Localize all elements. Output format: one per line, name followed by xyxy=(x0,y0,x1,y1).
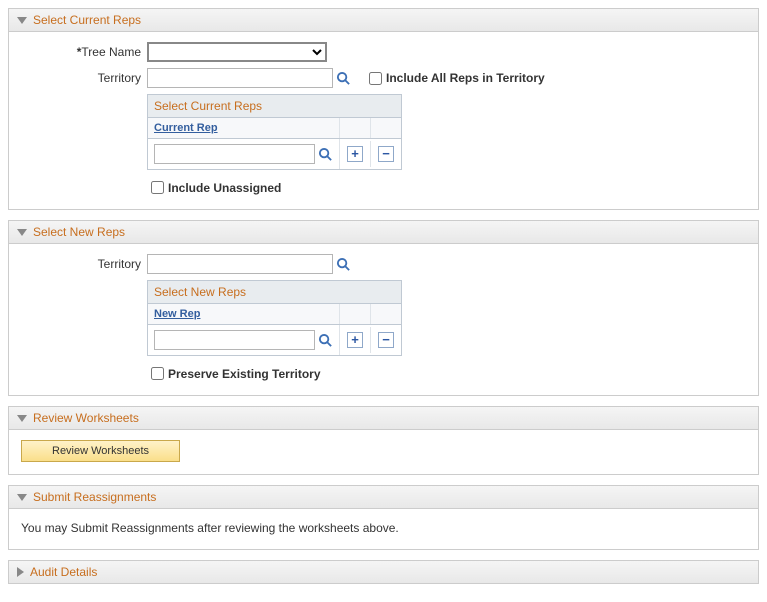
tree-name-label-text: Tree Name xyxy=(81,45,141,59)
include-unassigned-label: Include Unassigned xyxy=(168,181,281,195)
include-all-label: Include All Reps in Territory xyxy=(386,71,545,85)
section-title: Audit Details xyxy=(30,565,97,579)
section-title: Select Current Reps xyxy=(33,13,141,27)
section-header-current-reps[interactable]: Select Current Reps xyxy=(9,9,758,32)
table-row: + − xyxy=(148,325,401,355)
grid-col-header-add xyxy=(340,304,371,324)
remove-row-button[interactable]: − xyxy=(378,332,394,348)
grid-cell-add: + xyxy=(340,141,371,167)
lookup-icon[interactable] xyxy=(317,332,333,348)
include-all-checkbox[interactable] xyxy=(369,72,382,85)
lookup-icon[interactable] xyxy=(317,146,333,162)
submit-info-text: You may Submit Reassignments after revie… xyxy=(21,519,746,537)
section-title: Select New Reps xyxy=(33,225,125,239)
row-tree-name: *Tree Name xyxy=(21,42,746,62)
grid-col-header-remove xyxy=(371,118,401,138)
section-title: Submit Reassignments xyxy=(33,490,156,504)
grid-current-reps: Select Current Reps Current Rep + − xyxy=(147,94,402,170)
section-header-review[interactable]: Review Worksheets xyxy=(9,407,758,430)
grid-col-header-new-rep[interactable]: New Rep xyxy=(148,304,340,324)
grid-title: Select New Reps xyxy=(154,285,246,299)
territory-label-current: Territory xyxy=(21,71,147,85)
territory-input-new[interactable] xyxy=(147,254,333,274)
section-body-current-reps: *Tree Name Territory Include All Reps in… xyxy=(9,32,758,209)
grid-col-header-add xyxy=(340,118,371,138)
tree-name-label: *Tree Name xyxy=(21,45,147,59)
section-audit-details: Audit Details xyxy=(8,560,759,584)
section-body-new-reps: Territory Select New Reps New Rep xyxy=(9,244,758,395)
grid-cell-remove: − xyxy=(371,141,401,167)
current-rep-input[interactable] xyxy=(154,144,315,164)
grid-header-row: New Rep xyxy=(148,304,401,325)
section-body-submit: You may Submit Reassignments after revie… xyxy=(9,509,758,549)
twisty-down-icon xyxy=(17,17,27,24)
section-header-new-reps[interactable]: Select New Reps xyxy=(9,221,758,244)
twisty-down-icon xyxy=(17,229,27,236)
row-territory-current: Territory Include All Reps in Territory xyxy=(21,68,746,88)
section-title: Review Worksheets xyxy=(33,411,139,425)
grid-title: Select Current Reps xyxy=(154,99,262,113)
row-territory-new: Territory xyxy=(21,254,746,274)
preserve-territory-wrap[interactable]: Preserve Existing Territory xyxy=(147,364,746,383)
preserve-territory-label: Preserve Existing Territory xyxy=(168,367,321,381)
grid-title-row: Select New Reps xyxy=(148,281,401,304)
include-all-wrap[interactable]: Include All Reps in Territory xyxy=(365,69,545,88)
review-worksheets-button[interactable]: Review Worksheets xyxy=(21,440,180,462)
twisty-right-icon xyxy=(17,567,24,577)
grid-cell-add: + xyxy=(340,327,371,353)
section-select-new-reps: Select New Reps Territory Select New Rep… xyxy=(8,220,759,396)
grid-col-header-remove xyxy=(371,304,401,324)
grid-cell-new-rep xyxy=(148,325,340,355)
grid-col-header-current-rep[interactable]: Current Rep xyxy=(148,118,340,138)
section-submit-reassignments: Submit Reassignments You may Submit Reas… xyxy=(8,485,759,550)
grid-new-reps: Select New Reps New Rep + − xyxy=(147,280,402,356)
territory-input-current[interactable] xyxy=(147,68,333,88)
section-header-audit[interactable]: Audit Details xyxy=(9,561,758,583)
new-rep-input[interactable] xyxy=(154,330,315,350)
include-unassigned-wrap[interactable]: Include Unassigned xyxy=(147,178,746,197)
lookup-icon[interactable] xyxy=(335,256,351,272)
remove-row-button[interactable]: − xyxy=(378,146,394,162)
twisty-down-icon xyxy=(17,415,27,422)
lookup-icon[interactable] xyxy=(335,70,351,86)
grid-header-row: Current Rep xyxy=(148,118,401,139)
section-select-current-reps: Select Current Reps *Tree Name Territory… xyxy=(8,8,759,210)
section-body-review: Review Worksheets xyxy=(9,430,758,474)
grid-cell-current-rep xyxy=(148,139,340,169)
territory-label-new: Territory xyxy=(21,257,147,271)
twisty-down-icon xyxy=(17,494,27,501)
table-row: + − xyxy=(148,139,401,169)
grid-title-row: Select Current Reps xyxy=(148,95,401,118)
grid-cell-remove: − xyxy=(371,327,401,353)
add-row-button[interactable]: + xyxy=(347,332,363,348)
preserve-territory-checkbox[interactable] xyxy=(151,367,164,380)
add-row-button[interactable]: + xyxy=(347,146,363,162)
section-review-worksheets: Review Worksheets Review Worksheets xyxy=(8,406,759,475)
include-unassigned-checkbox[interactable] xyxy=(151,181,164,194)
tree-name-select[interactable] xyxy=(147,42,327,62)
section-header-submit[interactable]: Submit Reassignments xyxy=(9,486,758,509)
